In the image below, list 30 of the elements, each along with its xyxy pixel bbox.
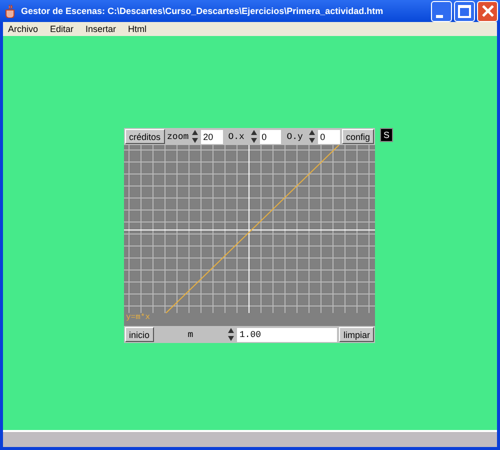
cup-icon <box>4 4 16 18</box>
spinner-label: O.x <box>227 132 246 142</box>
spinner-arrows-icon[interactable] <box>308 129 316 144</box>
maximize-icon <box>458 4 471 18</box>
minimize-icon <box>436 14 443 18</box>
applet-button[interactable]: créditos <box>125 129 165 144</box>
close-button[interactable] <box>477 0 498 22</box>
spinner-arrows-icon[interactable] <box>227 327 236 342</box>
minimize-button[interactable] <box>431 0 452 22</box>
menu-item[interactable]: Archivo <box>8 24 38 34</box>
spinner-label: m <box>186 330 194 340</box>
window-title: Gestor de Escenas: C:\Descartes\Curso_Descartes\Ejercicios\Primera_actividad.htm <box>21 6 384 16</box>
spinner-label: zoom <box>166 132 190 142</box>
spinner-field[interactable]: 0 <box>318 130 340 144</box>
menu-item[interactable]: Editar <box>50 24 74 34</box>
s-button[interactable]: S <box>380 128 393 142</box>
spinner-arrows-icon[interactable] <box>250 129 258 144</box>
spinner-label: O.y <box>286 132 304 142</box>
spinner-field[interactable]: 0 <box>260 130 282 144</box>
function-label: y=m*x <box>126 313 150 322</box>
spinner-field[interactable]: 20 <box>201 130 223 144</box>
menu-item[interactable]: Html <box>128 24 147 34</box>
close-icon <box>482 5 494 17</box>
spinner-arrows-icon[interactable] <box>191 129 200 144</box>
applet-button[interactable]: config <box>342 129 374 144</box>
applet-button[interactable]: limpiar <box>339 327 374 342</box>
applet-button[interactable]: inicio <box>125 327 154 342</box>
spinner-field[interactable]: 1.00 <box>237 328 338 342</box>
maximize-button[interactable] <box>454 0 475 22</box>
menu-item[interactable]: Insertar <box>86 24 116 34</box>
